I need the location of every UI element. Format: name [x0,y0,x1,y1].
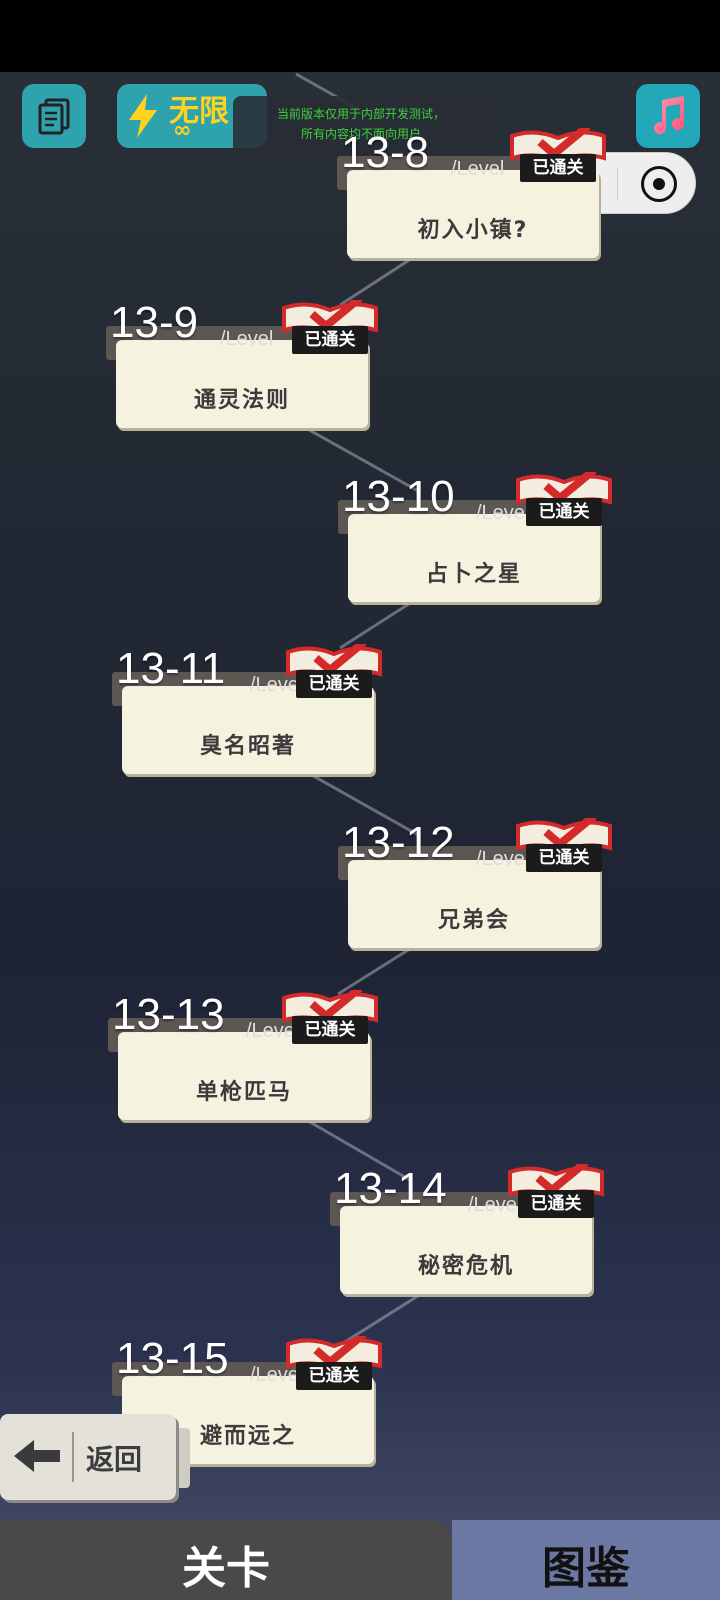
back-divider [72,1432,74,1482]
cleared-label: 已通关 [296,670,372,698]
level-number: 13-11 [116,644,226,693]
lightning-icon [129,94,157,138]
cleared-badge: 已通关 [284,634,384,710]
cleared-label: 已通关 [520,154,596,182]
cleared-badge: 已通关 [280,980,380,1056]
level-name: 占卜之星 [425,562,522,587]
music-button[interactable] [636,84,700,148]
cleared-label: 已通关 [292,326,368,354]
capsule-divider [617,168,618,200]
bottom-nav: 关卡 图鉴 [0,1520,720,1600]
music-note-icon [654,96,685,135]
level-number: 13-10 [342,472,455,521]
level-number: 13-14 [334,1164,447,1213]
tab-atlas[interactable]: 图鉴 [452,1520,720,1600]
notice-line: 当前版本仅用于内部开发测试， [276,107,445,121]
level-name: 臭名昭著 [199,734,296,759]
level-number: 13-15 [116,1334,229,1383]
cleared-badge: 已通关 [506,1154,606,1230]
arrow-left-icon [14,1440,60,1472]
cleared-badge: 已通关 [284,1326,384,1402]
level-number: 13-9 [110,298,199,347]
level-name: 初入小镇? [417,218,529,243]
level-number: 13-13 [112,990,225,1039]
back-label: 返回 [86,1443,143,1476]
tab-atlas-label: 图鉴 [542,1543,630,1594]
cleared-badge: 已通关 [508,118,608,194]
level-number: 13-8 [341,128,430,177]
level-name: 秘密危机 [417,1254,514,1279]
cleared-badge: 已通关 [280,290,380,366]
level-name: 兄弟会 [437,908,510,933]
level-tag: /Level [451,158,505,180]
documents-button[interactable] [22,84,86,148]
cleared-label: 已通关 [526,498,602,526]
back-button[interactable]: 返回 [0,1414,176,1500]
cleared-badge: 已通关 [514,462,614,538]
cleared-badge: 已通关 [514,808,614,884]
cleared-label: 已通关 [518,1190,594,1218]
cleared-label: 已通关 [296,1362,372,1390]
level-number: 13-12 [342,818,455,867]
tab-levels[interactable]: 关卡 [0,1520,452,1600]
level-name: 单枪匹马 [195,1080,292,1105]
close-target-icon[interactable] [641,166,677,202]
documents-icon [38,98,70,135]
cleared-label: 已通关 [292,1016,368,1044]
level-tag: /Level [220,328,274,350]
tab-levels-label: 关卡 [182,1543,270,1594]
cleared-label: 已通关 [526,844,602,872]
level-name: 通灵法则 [193,388,290,413]
energy-value: ∞ [173,118,192,143]
